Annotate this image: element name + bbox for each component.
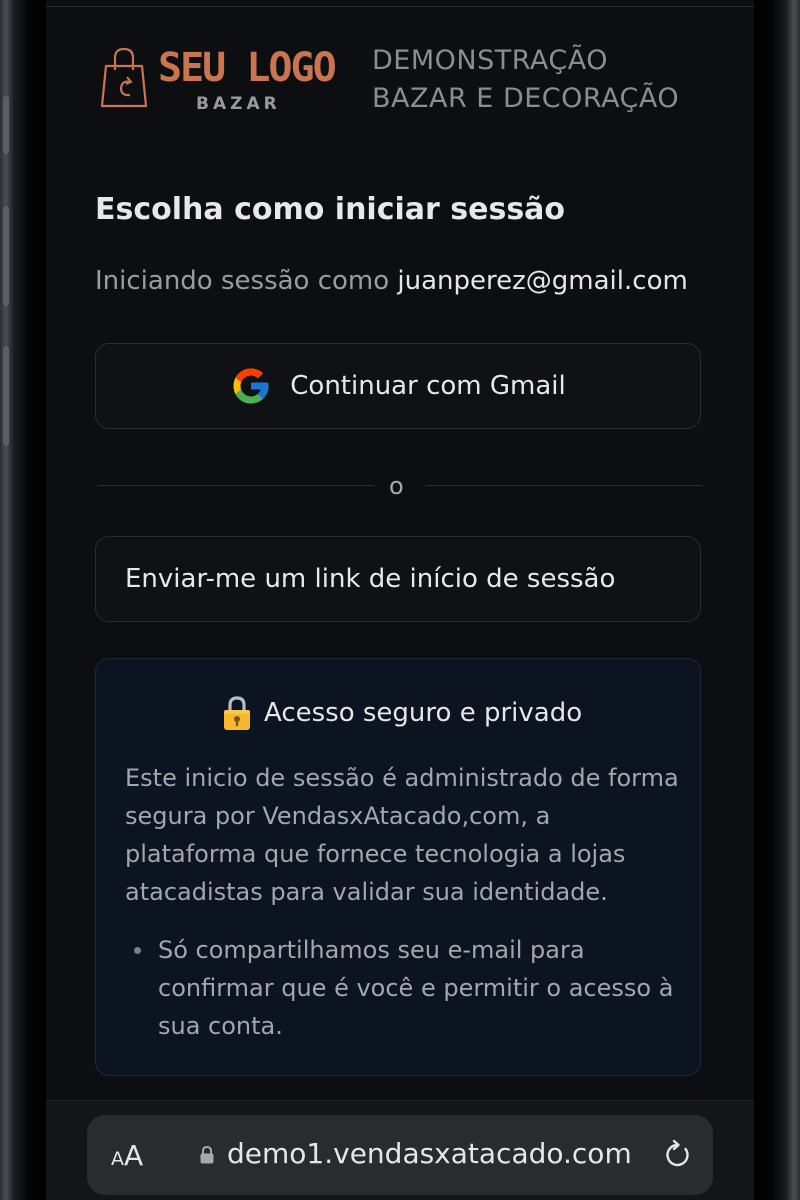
bullet-dot <box>134 947 141 954</box>
logo-text: SEU LOGO <box>158 45 337 91</box>
store-name: DEMONSTRAÇÃO BAZAR E DECORAÇÃO <box>372 42 679 118</box>
shopping-bag-icon <box>100 47 148 108</box>
phone-bezel-left <box>0 0 46 1200</box>
volume-down-button <box>3 346 9 446</box>
text-size-large-a: A <box>124 1139 144 1172</box>
text-size-button[interactable]: AA <box>111 1139 143 1172</box>
page-title: Escolha como iniciar sessão <box>95 192 566 227</box>
google-g-icon <box>233 368 269 404</box>
phone-bezel-right <box>754 0 800 1200</box>
url-text[interactable]: demo1.vendasxatacado.com <box>227 1137 632 1170</box>
phone-frame: SEU LOGO BAZAR DEMONSTRAÇÃO BAZAR E DECO… <box>0 0 800 1200</box>
browser-toolbar: AA demo1.vendasxatacado.com <box>46 1100 754 1200</box>
store-name-line-2: BAZAR E DECORAÇÃO <box>372 83 680 114</box>
info-card-title: Acesso seguro e privado <box>222 695 582 731</box>
send-magic-link-button[interactable]: Enviar-me um link de início de sessão <box>95 536 701 622</box>
reload-icon[interactable] <box>663 1139 691 1169</box>
screen: SEU LOGO BAZAR DEMONSTRAÇÃO BAZAR E DECO… <box>46 0 754 1200</box>
info-card-bullet-text: Só compartilhamos seu e-mail para confir… <box>158 936 674 1040</box>
divider-line-left <box>98 485 374 486</box>
divider-line-right <box>426 485 702 486</box>
session-info: Iniciando sessão como juanperez@gmail.co… <box>95 266 688 296</box>
magic-link-button-label: Enviar-me um link de início de sessão <box>125 564 616 594</box>
store-name-line-1: DEMONSTRAÇÃO <box>372 45 608 76</box>
address-bar[interactable]: AA demo1.vendasxatacado.com <box>87 1115 713 1195</box>
lock-icon <box>224 696 250 730</box>
info-card-bullet: Só compartilhamos seu e-mail para confir… <box>134 931 698 1045</box>
top-divider <box>46 6 754 7</box>
info-card-body: Este inicio de sessão é administrado de … <box>125 764 679 906</box>
volume-up-button <box>3 206 9 306</box>
info-card-title-text: Acesso seguro e privado <box>264 698 583 728</box>
session-email: juanperez@gmail.com <box>397 266 688 296</box>
mute-switch <box>3 96 9 154</box>
session-prefix: Iniciando sessão como <box>95 266 390 296</box>
logo-subtext: BAZAR <box>196 94 281 114</box>
text-size-small-a: A <box>111 1148 124 1170</box>
security-info-card: Acesso seguro e privado Este inicio de s… <box>95 658 701 1076</box>
continue-with-gmail-button[interactable]: Continuar com Gmail <box>95 343 701 429</box>
divider-text: o <box>389 472 404 500</box>
gmail-button-label: Continuar com Gmail <box>290 371 566 401</box>
padlock-icon <box>200 1145 214 1164</box>
